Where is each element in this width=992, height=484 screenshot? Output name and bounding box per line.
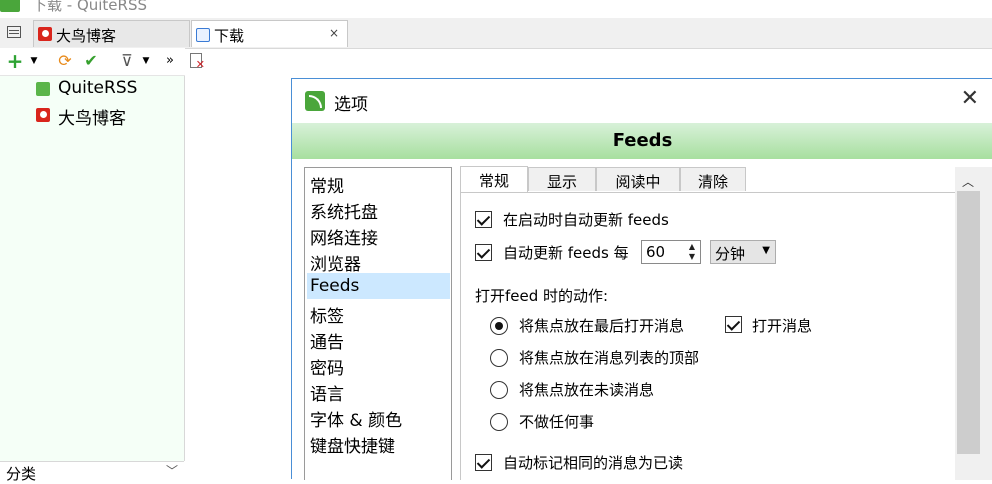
window-title: 下载 - QuiteRSS: [32, 0, 148, 14]
mark-same-read-checkbox[interactable]: [475, 454, 492, 471]
mark-same-read-label: 自动标记相同的消息为已读: [503, 454, 684, 472]
mark-read-icon[interactable]: ✔: [82, 52, 100, 70]
category-fonts[interactable]: 字体 & 颜色: [307, 403, 450, 431]
category-tray[interactable]: 系统托盘: [307, 195, 450, 223]
dialog-title: 选项: [334, 95, 368, 115]
category-label: 字体 & 颜色: [310, 411, 403, 431]
spin-arrows-icon[interactable]: ▲ ▼: [686, 242, 698, 262]
update-on-start-label: 在启动时自动更新 feeds: [503, 211, 669, 229]
radio-do-nothing[interactable]: [490, 413, 508, 431]
radio-focus-list-top[interactable]: [490, 349, 508, 367]
category-browser[interactable]: 浏览器: [307, 247, 450, 275]
category-label: 密码: [310, 359, 344, 379]
scrollbar-thumb[interactable]: [957, 191, 980, 454]
radio-focus-last-opened[interactable]: [490, 317, 508, 335]
category-labels[interactable]: 标签: [307, 299, 450, 327]
category-language[interactable]: 语言: [307, 377, 450, 405]
radio-label: 不做任何事: [519, 413, 595, 431]
section-title: Feeds: [612, 130, 673, 151]
category-label: 标签: [310, 307, 344, 327]
filter-dropdown-icon[interactable]: ▼: [140, 52, 152, 70]
filter-icon[interactable]: ⊽: [118, 52, 136, 70]
open-message-checkbox[interactable]: [725, 316, 742, 333]
category-label: 浏览器: [310, 255, 361, 275]
tab-label: 常规: [478, 172, 509, 190]
more-icon[interactable]: »: [164, 52, 176, 70]
tab-label: 下载: [214, 27, 245, 45]
update-interval-value: 60: [646, 243, 666, 261]
settings-scrollbar[interactable]: ︿: [955, 167, 992, 480]
download-favicon-icon: [196, 28, 210, 42]
feeds-toolbar: + ▼ ⟳ ✔ ⊽ ▼ » ✕: [0, 48, 205, 76]
tab-list-icon[interactable]: [7, 26, 21, 38]
auto-update-label: 自动更新 feeds 每: [503, 244, 629, 262]
add-dropdown-icon[interactable]: ▼: [28, 52, 40, 70]
categories-label: 分类: [6, 465, 37, 483]
dniao-favicon-icon: [38, 27, 52, 41]
tab-label: 大鸟博客: [56, 27, 117, 45]
tab-label: 阅读中: [615, 173, 661, 191]
auto-update-checkbox[interactable]: [475, 244, 492, 261]
tab-dniao-blog[interactable]: 大鸟博客: [33, 20, 190, 47]
tab-close-icon[interactable]: ×: [329, 26, 339, 40]
category-label: 语言: [310, 385, 344, 405]
radio-label: 将焦点放在消息列表的顶部: [519, 349, 700, 367]
general-tab-body: 在启动时自动更新 feeds 自动更新 feeds 每 60 ▲ ▼ 分钟 ▼ 打…: [460, 192, 955, 480]
category-network[interactable]: 网络连接: [307, 221, 450, 249]
category-feeds[interactable]: Feeds: [307, 273, 450, 299]
close-icon[interactable]: ✕: [961, 86, 979, 111]
feeds-tree: QuiteRSS 大鸟博客: [0, 76, 185, 461]
rss-icon: [305, 91, 325, 111]
category-label: 系统托盘: [310, 203, 378, 223]
window-titlebar: 下载 - QuiteRSS: [0, 0, 992, 18]
category-label: Feeds: [310, 276, 360, 296]
radio-label: 将焦点放在未读消息: [519, 381, 655, 399]
radio-focus-unread[interactable]: [490, 381, 508, 399]
feed-label: 大鸟博客: [58, 109, 126, 129]
open-feed-action-label: 打开feed 时的动作:: [475, 287, 609, 305]
chevron-down-icon[interactable]: ﹀: [166, 462, 178, 479]
tab-display[interactable]: 显示: [528, 167, 596, 191]
categories-bar[interactable]: 分类 ﹀: [0, 461, 184, 483]
update-on-start-checkbox[interactable]: [475, 211, 492, 228]
update-unit-value: 分钟: [715, 245, 746, 263]
dialog-titlebar: 选项 ✕: [292, 79, 992, 123]
app-rss-icon: [0, 0, 20, 12]
category-general[interactable]: 常规: [307, 169, 450, 197]
category-passwords[interactable]: 密码: [307, 351, 450, 379]
category-shortcuts[interactable]: 键盘快捷键: [307, 429, 450, 457]
category-label: 常规: [310, 177, 344, 197]
add-feed-icon[interactable]: +: [6, 51, 24, 71]
scroll-up-icon[interactable]: ︿: [955, 173, 981, 190]
tab-label: 清除: [697, 173, 728, 191]
dniao-favicon-icon: [36, 108, 50, 122]
category-notifier[interactable]: 通告: [307, 325, 450, 353]
tab-label: 显示: [546, 173, 577, 191]
delete-feed-icon[interactable]: ✕: [190, 53, 205, 70]
feeds-settings-pane: 常规 显示 阅读中 清除 在启动时自动更新 feeds 自动更新 feeds 每…: [460, 166, 955, 480]
category-label: 网络连接: [310, 229, 378, 249]
tab-download[interactable]: 下载 ×: [191, 20, 348, 47]
feed-label: QuiteRSS: [58, 78, 138, 98]
update-unit-select[interactable]: 分钟 ▼: [710, 240, 776, 264]
tab-cleanup[interactable]: 清除: [680, 167, 746, 191]
category-label: 通告: [310, 333, 344, 353]
tab-general[interactable]: 常规: [460, 166, 528, 192]
tab-bar: 大鸟博客 下载 ×: [0, 18, 992, 49]
open-message-label: 打开消息: [752, 317, 813, 335]
update-interval-spinbox[interactable]: 60 ▲ ▼: [641, 240, 701, 264]
options-category-list: 常规 系统托盘 网络连接 浏览器 Feeds 标签 通告 密码 语言 字体 & …: [304, 167, 452, 480]
tab-reading[interactable]: 阅读中: [596, 167, 680, 191]
category-label: 键盘快捷键: [310, 437, 395, 457]
rss-icon: [36, 82, 50, 96]
section-banner: Feeds: [292, 123, 992, 159]
update-feeds-icon[interactable]: ⟳: [56, 52, 74, 70]
options-dialog: 选项 ✕ Feeds 常规 系统托盘 网络连接 浏览器 Feeds 标签 通告 …: [291, 78, 992, 480]
dropdown-arrow-icon: ▼: [762, 245, 770, 256]
radio-label: 将焦点放在最后打开消息: [519, 317, 685, 335]
